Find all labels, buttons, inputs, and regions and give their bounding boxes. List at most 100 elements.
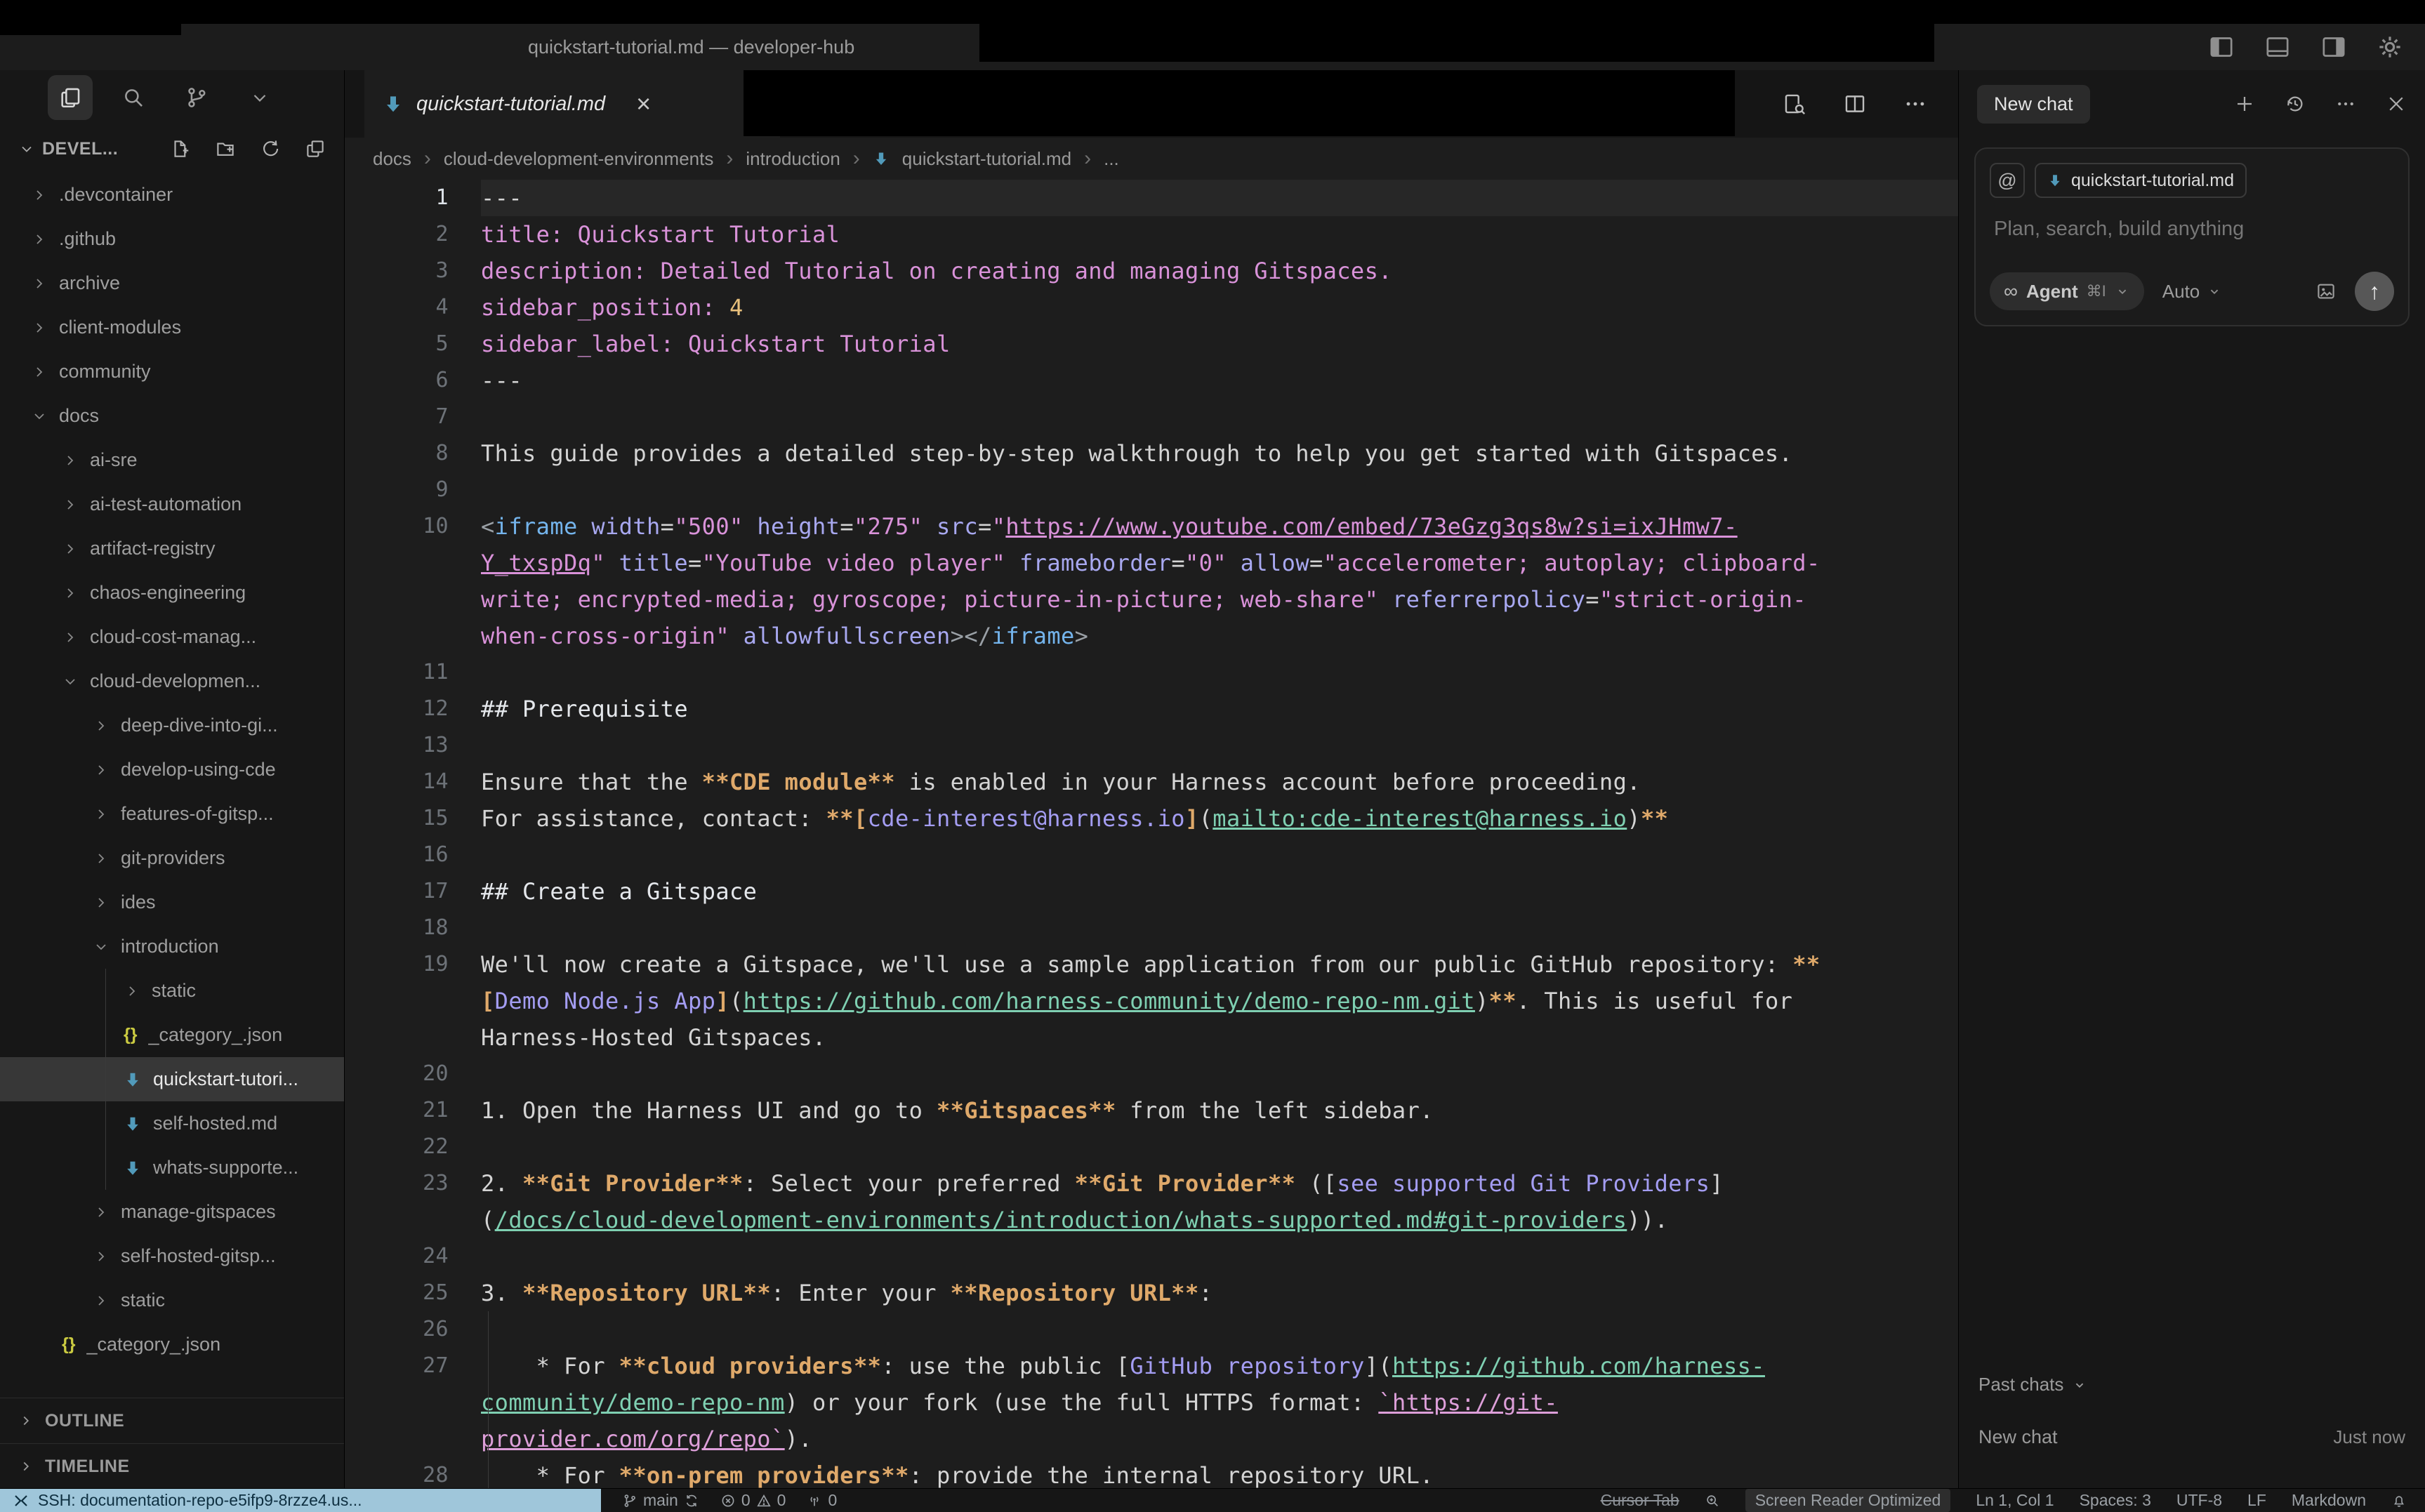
search-icon[interactable] bbox=[111, 75, 156, 120]
breadcrumb-cde[interactable]: cloud-development-environments bbox=[444, 148, 713, 170]
git-branch-status[interactable]: main bbox=[622, 1491, 699, 1510]
code-line-26[interactable]: 26 bbox=[345, 1311, 1958, 1348]
tree-item-deep-dive-into-gi-[interactable]: deep-dive-into-gi... bbox=[0, 703, 344, 748]
code-editor[interactable]: 1---2title: Quickstart Tutorial3descript… bbox=[345, 180, 1958, 1489]
new-folder-icon[interactable] bbox=[215, 138, 236, 159]
code-line-6[interactable]: 6--- bbox=[345, 362, 1958, 399]
tree-item--category-json[interactable]: {}_category_.json bbox=[0, 1322, 344, 1367]
tree-item--devcontainer[interactable]: .devcontainer bbox=[0, 173, 344, 217]
code-line-4[interactable]: 4sidebar_position: 4 bbox=[345, 289, 1958, 326]
problems-status[interactable]: 0 0 bbox=[720, 1491, 786, 1510]
breadcrumb-docs[interactable]: docs bbox=[373, 148, 411, 170]
toggle-right-sidebar-icon[interactable] bbox=[2320, 33, 2348, 61]
toggle-left-sidebar-icon[interactable] bbox=[2207, 33, 2235, 61]
code-line-20[interactable]: 20 bbox=[345, 1056, 1958, 1092]
tree-item-introduction[interactable]: introduction bbox=[0, 924, 344, 969]
send-button[interactable]: ↑ bbox=[2355, 272, 2394, 311]
code-line-14[interactable]: 14Ensure that the **CDE module** is enab… bbox=[345, 764, 1958, 800]
code-line-5[interactable]: 5sidebar_label: Quickstart Tutorial bbox=[345, 326, 1958, 362]
tree-item-self-hosted-md[interactable]: self-hosted.md bbox=[0, 1101, 344, 1146]
tree-item-develop-using-cde[interactable]: develop-using-cde bbox=[0, 748, 344, 792]
code-line-2[interactable]: 2title: Quickstart Tutorial bbox=[345, 216, 1958, 253]
tree-item-ai-sre[interactable]: ai-sre bbox=[0, 438, 344, 482]
code-line-10-wrap[interactable]: Y_txspDq" title="YouTube video player" f… bbox=[345, 545, 1958, 581]
encoding-status[interactable]: UTF-8 bbox=[2176, 1491, 2222, 1510]
new-file-icon[interactable] bbox=[170, 138, 191, 159]
tree-item-artifact-registry[interactable]: artifact-registry bbox=[0, 526, 344, 571]
code-line-1[interactable]: 1--- bbox=[345, 180, 1958, 216]
explorer-icon[interactable] bbox=[48, 75, 93, 120]
tree-item-git-providers[interactable]: git-providers bbox=[0, 836, 344, 880]
code-line-11[interactable]: 11 bbox=[345, 654, 1958, 691]
tree-item-static[interactable]: static bbox=[0, 969, 344, 1013]
open-preview-icon[interactable] bbox=[1783, 92, 1806, 116]
context-file-chip[interactable]: quickstart-tutorial.md bbox=[2035, 163, 2247, 198]
remote-indicator[interactable]: SSH: documentation-repo-e5ifp9-8rzze4.us… bbox=[0, 1489, 601, 1512]
code-line-22[interactable]: 22 bbox=[345, 1129, 1958, 1165]
language-mode-status[interactable]: Markdown bbox=[2292, 1491, 2366, 1510]
explorer-section-header[interactable]: DEVEL... bbox=[0, 125, 344, 173]
tree-item-chaos-engineering[interactable]: chaos-engineering bbox=[0, 571, 344, 615]
screen-reader-status[interactable]: Screen Reader Optimized bbox=[1745, 1489, 1951, 1512]
tree-item-manage-gitspaces[interactable]: manage-gitspaces bbox=[0, 1190, 344, 1234]
chat-input-placeholder[interactable]: Plan, search, build anything bbox=[1994, 218, 2390, 241]
past-chats-toggle[interactable]: Past chats bbox=[1978, 1374, 2405, 1395]
tree-item-archive[interactable]: archive bbox=[0, 261, 344, 305]
code-line-25[interactable]: 253. **Repository URL**: Enter your **Re… bbox=[345, 1275, 1958, 1311]
sidebar-panel-timeline[interactable]: TIMELINE bbox=[0, 1443, 344, 1489]
tree-item-whats-supporte-[interactable]: whats-supporte... bbox=[0, 1146, 344, 1190]
code-line-28[interactable]: 28 * For **on-prem providers**: provide … bbox=[345, 1457, 1958, 1489]
code-line-27[interactable]: 27 * For **cloud providers**: use the pu… bbox=[345, 1348, 1958, 1384]
code-line-24[interactable]: 24 bbox=[345, 1238, 1958, 1275]
past-chat-item[interactable]: New chat Just now bbox=[1978, 1426, 2405, 1448]
code-line-15[interactable]: 15For assistance, contact: **[cde-intere… bbox=[345, 800, 1958, 837]
new-chat-plus-icon[interactable] bbox=[2234, 93, 2255, 114]
tree-item-client-modules[interactable]: client-modules bbox=[0, 305, 344, 350]
close-tab-icon[interactable]: × bbox=[636, 91, 651, 117]
bell-icon[interactable] bbox=[2391, 1493, 2407, 1508]
attach-image-icon[interactable] bbox=[2315, 281, 2337, 302]
more-actions-icon[interactable] bbox=[1903, 92, 1927, 116]
code-line-10-wrap[interactable]: when-cross-origin" allowfullscreen></ifr… bbox=[345, 618, 1958, 654]
tab-quickstart-tutorial[interactable]: quickstart-tutorial.md × bbox=[364, 70, 780, 138]
code-line-10-wrap[interactable]: write; encrypted-media; gyroscope; pictu… bbox=[345, 581, 1958, 618]
cursor-tab-status[interactable]: Cursor Tab bbox=[1601, 1491, 1679, 1510]
tree-item-ai-test-automation[interactable]: ai-test-automation bbox=[0, 482, 344, 526]
chat-history-icon[interactable] bbox=[2285, 93, 2306, 114]
code-line-27-wrap[interactable]: provider.com/org/repo`). bbox=[345, 1421, 1958, 1457]
code-line-27-wrap[interactable]: community/demo-repo-nm) or your fork (us… bbox=[345, 1384, 1958, 1421]
code-line-16[interactable]: 16 bbox=[345, 837, 1958, 873]
breadcrumb-symbol[interactable]: ... bbox=[1104, 148, 1119, 170]
code-line-23-wrap[interactable]: (/docs/cloud-development-environments/in… bbox=[345, 1202, 1958, 1238]
code-line-3[interactable]: 3description: Detailed Tutorial on creat… bbox=[345, 253, 1958, 289]
agent-mode-dropdown[interactable]: ∞ Agent ⌘I bbox=[1990, 272, 2144, 310]
tree-item-static[interactable]: static bbox=[0, 1278, 344, 1322]
code-line-7[interactable]: 7 bbox=[345, 399, 1958, 435]
chat-tab-new-chat[interactable]: New chat bbox=[1977, 85, 2090, 124]
tree-item-ides[interactable]: ides bbox=[0, 880, 344, 924]
tree-item-features-of-gitsp-[interactable]: features-of-gitsp... bbox=[0, 792, 344, 836]
chat-more-icon[interactable] bbox=[2335, 93, 2356, 114]
collapse-folders-icon[interactable] bbox=[305, 138, 326, 159]
settings-gear-icon[interactable] bbox=[2376, 33, 2404, 61]
ports-status[interactable]: 0 bbox=[807, 1491, 837, 1510]
code-line-19[interactable]: 19We'll now create a Gitspace, we'll use… bbox=[345, 946, 1958, 983]
code-line-10[interactable]: 10<iframe width="500" height="275" src="… bbox=[345, 508, 1958, 545]
eol-status[interactable]: LF bbox=[2247, 1491, 2266, 1510]
code-line-18[interactable]: 18 bbox=[345, 910, 1958, 946]
cursor-position-status[interactable]: Ln 1, Col 1 bbox=[1976, 1491, 2054, 1510]
refresh-icon[interactable] bbox=[260, 138, 281, 159]
zoom-in-icon[interactable] bbox=[1705, 1493, 1720, 1508]
tree-item--github[interactable]: .github bbox=[0, 217, 344, 261]
model-dropdown[interactable]: Auto bbox=[2162, 281, 2223, 303]
tree-item-community[interactable]: community bbox=[0, 350, 344, 394]
code-line-9[interactable]: 9 bbox=[345, 472, 1958, 508]
code-line-19-wrap[interactable]: [Demo Node.js App](https://github.com/ha… bbox=[345, 983, 1958, 1019]
breadcrumb-introduction[interactable]: introduction bbox=[746, 148, 840, 170]
code-line-12[interactable]: 12## Prerequisite bbox=[345, 691, 1958, 727]
code-line-13[interactable]: 13 bbox=[345, 727, 1958, 764]
tree-item-docs[interactable]: docs bbox=[0, 394, 344, 438]
split-editor-icon[interactable] bbox=[1843, 92, 1867, 116]
toggle-bottom-panel-icon[interactable] bbox=[2264, 33, 2292, 61]
code-line-17[interactable]: 17## Create a Gitspace bbox=[345, 873, 1958, 910]
